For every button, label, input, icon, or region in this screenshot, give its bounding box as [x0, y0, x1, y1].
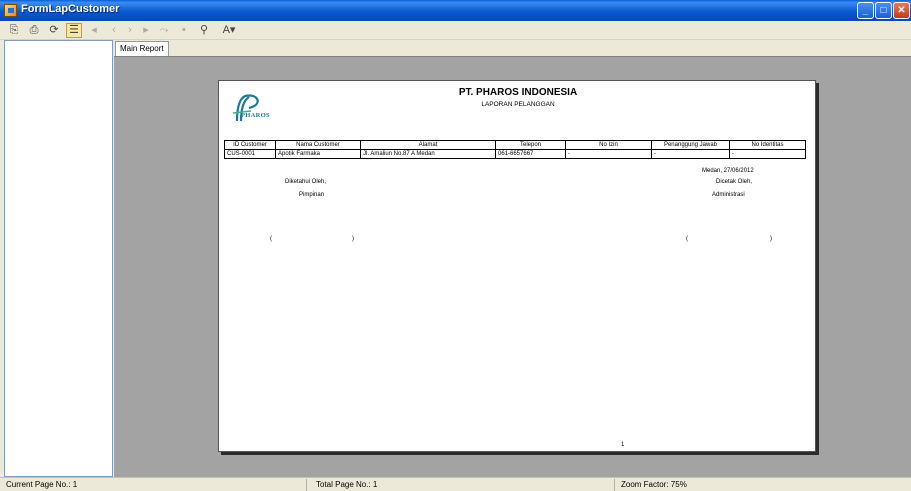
right-signature-label: Dicetak Oleh, [716, 179, 753, 185]
report-viewport[interactable]: PHAROS PT. PHAROS INDONESIA LAPORAN PELA… [114, 56, 911, 477]
status-divider [614, 479, 615, 491]
refresh-icon[interactable]: ⟳ [46, 23, 62, 38]
customer-table: ID Customer Nama Customer Alamat Telepon… [224, 140, 806, 159]
status-divider [306, 479, 307, 491]
place-date: Medan, 27/06/2012 [702, 168, 754, 174]
column-header: Alamat [360, 140, 496, 150]
last-page-icon[interactable]: ▸ [138, 23, 154, 38]
table-row: CUS-0001 Apotik Farmaka Jl. Amaliun No.8… [224, 149, 806, 159]
search-icon[interactable]: ⚲ [196, 23, 212, 38]
column-header: Telepon [495, 140, 566, 150]
tab-strip: Main Report [114, 40, 911, 56]
left-signature-role: Pimpinan [299, 192, 325, 198]
window-title: FormLapCustomer [21, 3, 120, 15]
group-tree-panel[interactable] [4, 40, 113, 477]
company-name: PT. PHAROS INDONESIA [458, 87, 578, 98]
column-header: No Izin [565, 140, 652, 150]
first-page-icon[interactable]: ◂ [86, 23, 102, 38]
tab-main-report[interactable]: Main Report [115, 41, 169, 56]
column-header: ID Customer [224, 140, 276, 150]
current-page-status: Current Page No.: 1 [6, 480, 78, 489]
zoom-icon[interactable]: A▾ [216, 23, 242, 38]
group-tree-icon[interactable]: ☰ [66, 23, 82, 38]
column-header: Nama Customer [275, 140, 361, 150]
close-button[interactable]: ✕ [893, 2, 910, 19]
table-cell: 061-6657667 [495, 149, 566, 159]
right-signature-role: Administrasi [712, 192, 745, 198]
next-page-icon[interactable]: › [122, 23, 138, 38]
previous-page-icon[interactable]: ‹ [106, 23, 122, 38]
maximize-button[interactable]: □ [875, 2, 892, 19]
logo-text: PHAROS [241, 112, 270, 119]
goto-page-icon[interactable]: ⤳ [156, 23, 172, 38]
title-bar: FormLapCustomer _ □ ✕ [0, 0, 911, 21]
right-bracket-open: ( [686, 236, 688, 242]
zoom-status: Zoom Factor: 75% [621, 480, 687, 489]
table-header-row: ID Customer Nama Customer Alamat Telepon… [224, 140, 806, 150]
table-cell: - [729, 149, 806, 159]
table-cell: Apotik Farmaka [275, 149, 361, 159]
column-header: Penanggung Jawab [651, 140, 730, 150]
table-cell: - [565, 149, 652, 159]
minimize-button[interactable]: _ [857, 2, 874, 19]
report-toolbar: ⎘ ⎙ ⟳ ☰ ◂ ‹ › ▸ ⤳ ▪ ⚲ A▾ [0, 21, 911, 40]
table-cell: Jl. Amaliun No.87 A Medan [360, 149, 496, 159]
total-page-status: Total Page No.: 1 [316, 480, 378, 489]
table-cell: CUS-0001 [224, 149, 276, 159]
status-bar: Current Page No.: 1 Total Page No.: 1 Zo… [0, 477, 911, 491]
page-number: 1 [621, 442, 625, 448]
left-bracket-open: ( [270, 236, 272, 242]
table-cell: - [651, 149, 730, 159]
left-bracket-close: ) [352, 236, 354, 242]
right-bracket-close: ) [770, 236, 772, 242]
stop-icon[interactable]: ▪ [176, 23, 192, 38]
print-icon[interactable]: ⎙ [26, 23, 42, 38]
column-header: No Identitas [729, 140, 806, 150]
report-page: PHAROS PT. PHAROS INDONESIA LAPORAN PELA… [218, 80, 816, 452]
app-icon [4, 4, 17, 17]
export-icon[interactable]: ⎘ [6, 23, 22, 38]
report-title: LAPORAN PELANGGAN [481, 101, 555, 108]
left-signature-label: Diketahui Oleh, [285, 179, 327, 185]
